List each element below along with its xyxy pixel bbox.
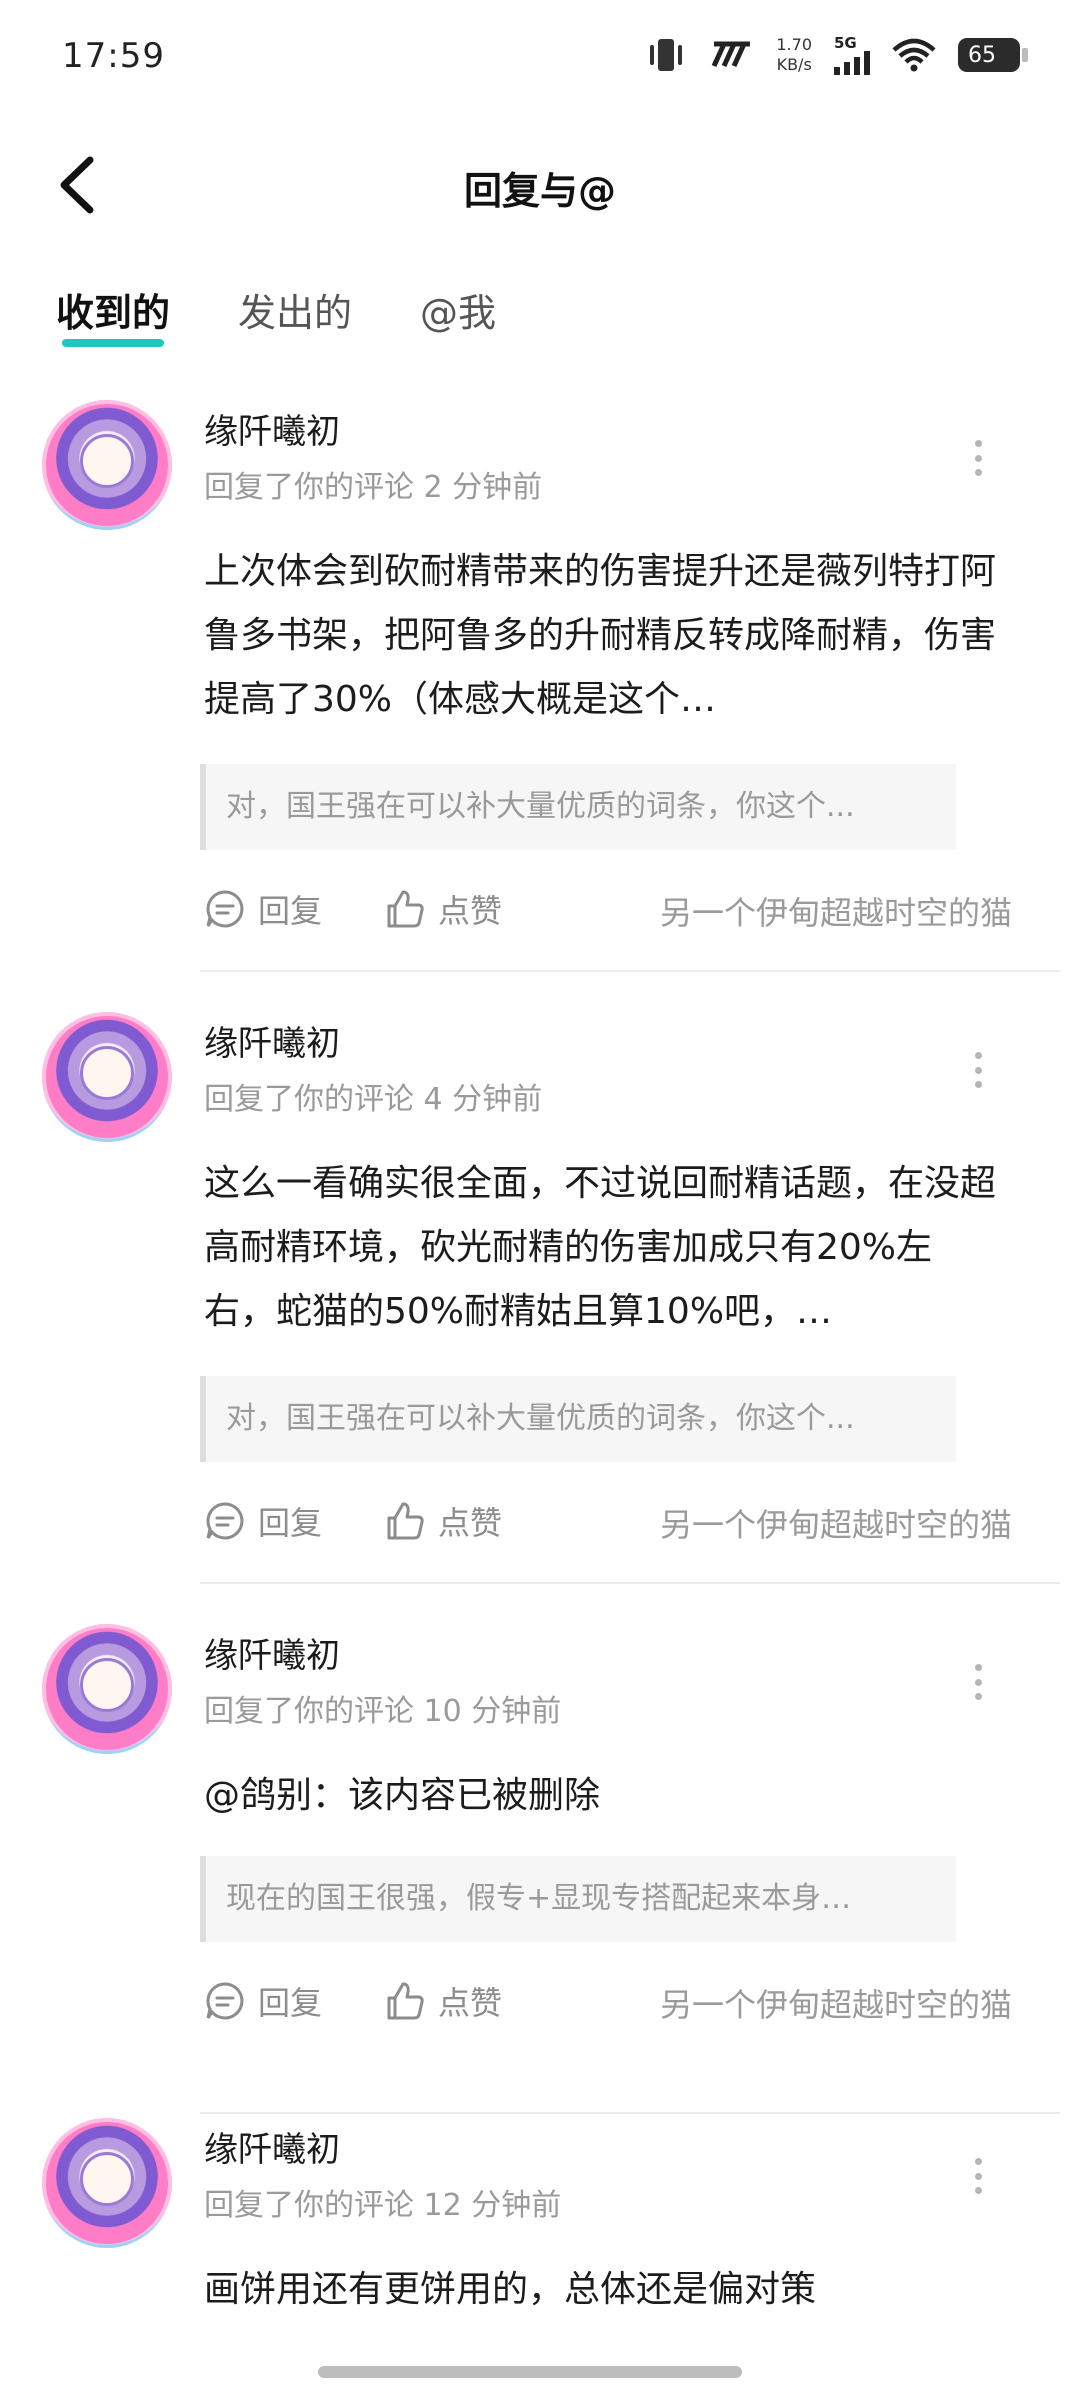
reply-meta: 回复了你的评论 4 分钟前 <box>204 1082 543 1117</box>
reply-button[interactable]: 回复 <box>204 886 322 932</box>
like-button[interactable]: 点赞 <box>384 1978 502 2024</box>
item-actions: 回复 点赞 另一个伊甸超越时空的猫 <box>204 1498 1024 1548</box>
list-item[interactable]: 缘阡曦初 回复了你的评论 12 分钟前 画饼用还有更饼用的，总体还是偏对策 <box>0 2118 1080 2400</box>
user-name[interactable]: 缘阡曦初 <box>204 1016 340 1065</box>
battery-indicator: 65 <box>958 38 1028 72</box>
quoted-comment[interactable]: 对，国王强在可以补大量优质的词条，你这个... <box>200 764 956 850</box>
tab-mentions[interactable]: @我 <box>420 282 496 353</box>
avatar[interactable] <box>42 2118 172 2248</box>
thumbs-up-icon <box>387 890 424 928</box>
more-options-icon[interactable] <box>972 2158 984 2194</box>
quoted-comment[interactable]: 现在的国王很强，假专+显现专搭配起来本身… <box>200 1856 956 1942</box>
user-name[interactable]: 缘阡曦初 <box>204 404 340 453</box>
more-options-icon[interactable] <box>972 1664 984 1700</box>
app-header: 回复与@ <box>0 130 1080 240</box>
tab-received[interactable]: 收到的 <box>56 282 170 353</box>
vibrate-icon <box>650 39 683 71</box>
item-actions: 回复 点赞 另一个伊甸超越时空的猫 <box>204 1978 1024 2028</box>
like-button[interactable]: 点赞 <box>384 886 502 932</box>
comment-icon <box>206 1982 244 2020</box>
wifi-icon <box>892 38 936 72</box>
tab-sent[interactable]: 发出的 <box>238 282 352 353</box>
reply-meta: 回复了你的评论 2 分钟前 <box>204 470 543 505</box>
quoted-comment[interactable]: 对，国王强在可以补大量优质的词条，你这个... <box>200 1376 956 1462</box>
thumbs-up-icon <box>387 1502 424 1540</box>
status-icons: 1.70 KB/s 5G 65 <box>644 30 1028 80</box>
source-user[interactable]: 另一个伊甸超越时空的猫 <box>660 888 1012 934</box>
avatar[interactable] <box>42 400 172 530</box>
divider <box>200 1582 1060 1584</box>
status-time: 17:59 <box>62 36 165 76</box>
reply-content[interactable]: 这么一看确实很全面，不过说回耐精话题，在没超高耐精环境，砍光耐精的伤害加成只有2… <box>204 1152 1004 1344</box>
reply-content[interactable]: 画饼用还有更饼用的，总体还是偏对策 <box>204 2258 1004 2322</box>
more-options-icon[interactable] <box>972 1052 984 1088</box>
status-bar: 17:59 1.70 KB/s 5G 65 <box>0 0 1080 110</box>
divider <box>200 970 1060 972</box>
home-indicator[interactable] <box>318 2366 742 2378</box>
more-options-icon[interactable] <box>972 440 984 476</box>
reply-meta: 回复了你的评论 10 分钟前 <box>204 1694 562 1729</box>
reply-content[interactable]: @鸽别：该内容已被删除 <box>204 1764 1004 1828</box>
source-user[interactable]: 另一个伊甸超越时空的猫 <box>660 1980 1012 2026</box>
user-name[interactable]: 缘阡曦初 <box>204 1628 340 1677</box>
cell-signal: 5G <box>834 35 870 75</box>
reply-button[interactable]: 回复 <box>204 1498 322 1544</box>
avatar[interactable] <box>42 1624 172 1754</box>
signal-icon <box>834 51 870 75</box>
reply-content[interactable]: 上次体会到砍耐精带来的伤害提升还是薇列特打阿鲁多书架，把阿鲁多的升耐精反转成降耐… <box>204 540 1004 732</box>
user-name[interactable]: 缘阡曦初 <box>204 2122 340 2171</box>
reply-button[interactable]: 回复 <box>204 1978 322 2024</box>
source-user[interactable]: 另一个伊甸超越时空的猫 <box>660 1500 1012 1546</box>
net-speed: 1.70 KB/s <box>776 35 812 74</box>
item-actions: 回复 点赞 另一个伊甸超越时空的猫 <box>204 886 1024 936</box>
page-title: 回复与@ <box>463 169 616 213</box>
comment-icon <box>206 890 244 928</box>
like-button[interactable]: 点赞 <box>384 1498 502 1544</box>
tab-bar: 收到的 发出的 @我 <box>56 282 496 353</box>
divider <box>200 2112 1060 2114</box>
nfc-icon <box>712 41 751 68</box>
avatar[interactable] <box>42 1012 172 1142</box>
thumbs-up-icon <box>387 1982 424 2020</box>
reply-meta: 回复了你的评论 12 分钟前 <box>204 2188 562 2223</box>
comment-icon <box>206 1502 244 1540</box>
